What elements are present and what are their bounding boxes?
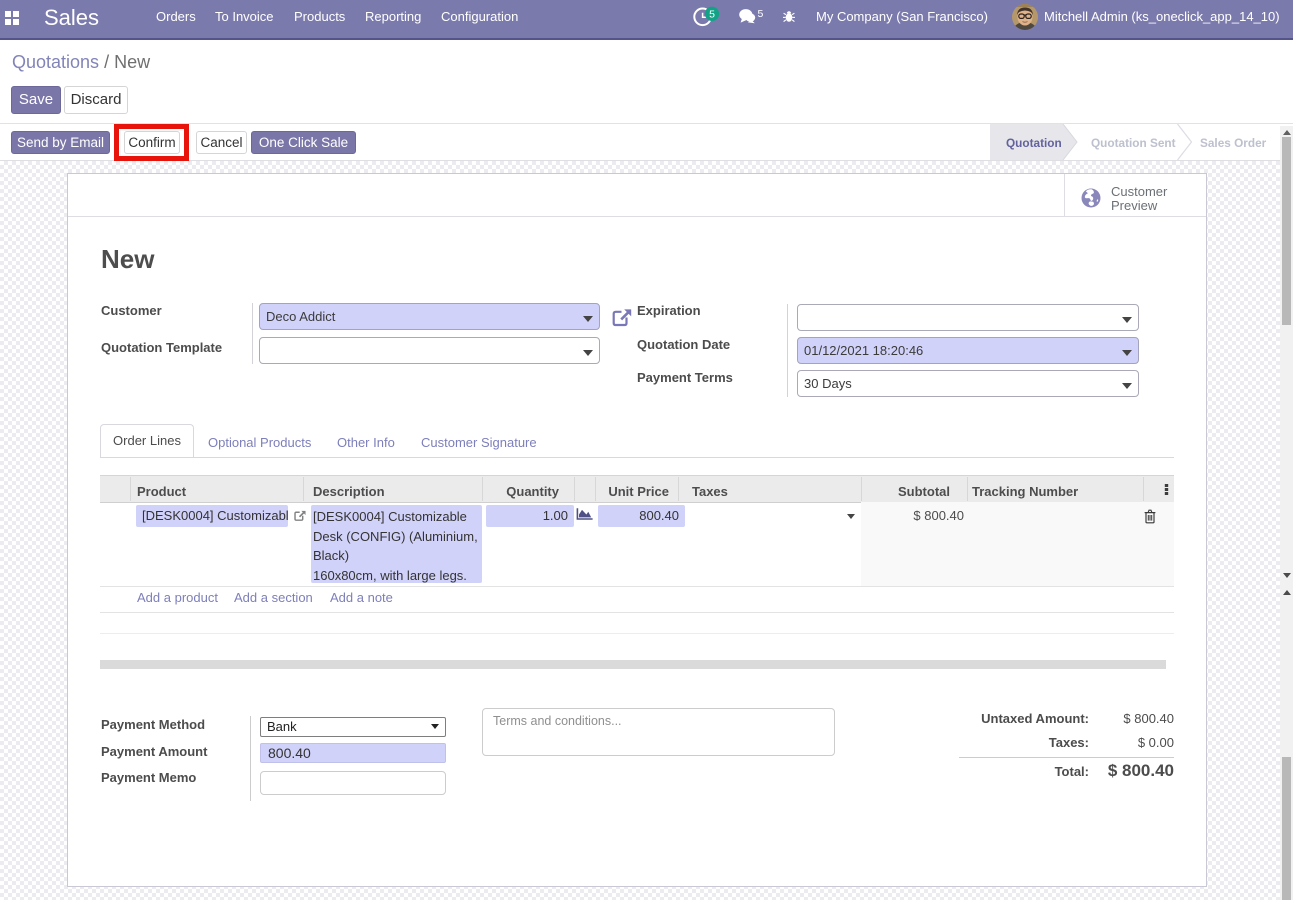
- svg-text:Sales Order: Sales Order: [1200, 136, 1267, 150]
- svg-text:Quotation: Quotation: [1006, 136, 1062, 150]
- svg-text:Quotation Sent: Quotation Sent: [1091, 136, 1176, 150]
- svg-text:5: 5: [758, 9, 764, 20]
- svg-text:5: 5: [709, 9, 715, 21]
